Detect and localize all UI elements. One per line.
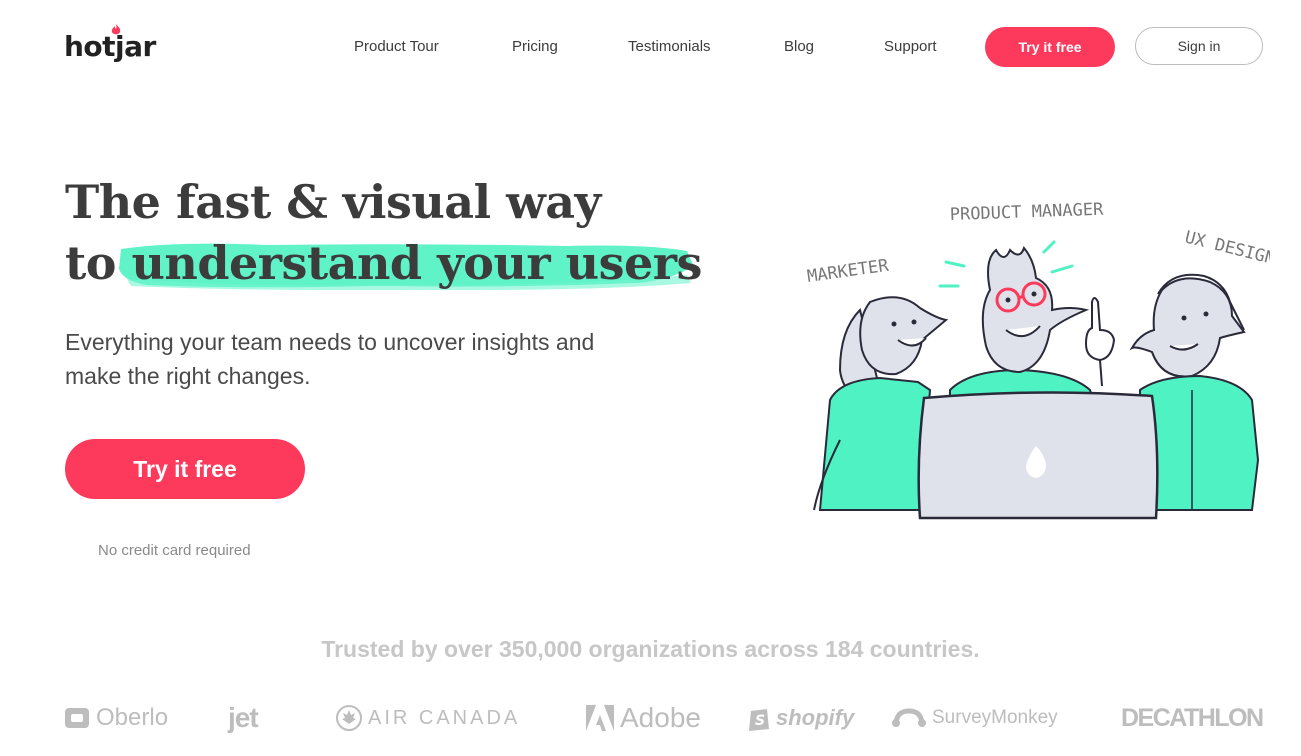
headline-to: to (65, 236, 116, 290)
oberlo-icon (65, 708, 89, 728)
headline-line-2: to understand your users (65, 233, 702, 294)
trusted-by-text: Trusted by over 350,000 organizations ac… (321, 636, 980, 662)
hotjar-logo[interactable]: hotjar (64, 24, 156, 63)
headline-highlight: understand your users (119, 233, 702, 294)
nav-product-tour[interactable]: Product Tour (354, 38, 439, 55)
adobe-icon (586, 705, 614, 731)
svg-text:S: S (755, 713, 765, 729)
try-free-button[interactable]: Try it free (985, 27, 1115, 67)
sign-in-button[interactable]: Sign in (1135, 27, 1263, 65)
hero-subheading: Everything your team needs to uncover in… (65, 329, 595, 389)
brand-decathlon-text: DECATHLON (1121, 703, 1264, 732)
team-illustration: MARKETER PRODUCT MANAGER UX DESIGNER (806, 200, 1270, 520)
brand-air-canada: AIR CANADA (336, 698, 520, 738)
brand-air-canada-text: AIR CANADA (368, 706, 521, 729)
surveymonkey-icon (892, 708, 926, 727)
nav-testimonials[interactable]: Testimonials (628, 38, 711, 55)
nav-pricing[interactable]: Pricing (512, 38, 558, 55)
site-header: hotjar Product Tour Pricing Testimonials… (0, 0, 1301, 95)
brand-surveymonkey: SurveyMonkey (892, 698, 1058, 738)
brand-surveymonkey-text: SurveyMonkey (932, 707, 1058, 728)
brand-oberlo-text: Oberlo (96, 704, 169, 731)
nav-blog[interactable]: Blog (784, 38, 814, 55)
hero-headline: The fast & visual way to understand your… (65, 172, 702, 294)
brand-shopify-text: shopify (776, 705, 855, 730)
customer-logos: Oberlo jet AIR CANADA Adobe S shopify Su… (0, 698, 1301, 738)
hero-try-free-button[interactable]: Try it free (65, 439, 305, 499)
flame-icon (111, 24, 121, 35)
label-marketer: MARKETER (806, 256, 891, 287)
logo-text: hotjar (64, 30, 156, 63)
label-product-manager: PRODUCT MANAGER (949, 200, 1104, 225)
nav-support[interactable]: Support (884, 38, 937, 55)
headline-highlight-text: understand your users (131, 236, 702, 290)
brand-jet: jet (228, 698, 259, 738)
brand-adobe-text: Adobe (620, 702, 701, 733)
brand-decathlon: DECATHLON (1121, 698, 1264, 738)
maple-leaf-icon (336, 705, 362, 731)
label-ux-designer: UX DESIGNER (1183, 227, 1270, 274)
brand-oberlo: Oberlo (64, 698, 168, 738)
brand-adobe: Adobe (586, 698, 701, 738)
headline-line-1: The fast & visual way (65, 175, 601, 229)
brand-jet-text: jet (228, 702, 259, 733)
laptop (917, 391, 1159, 520)
brand-shopify: S shopify (748, 698, 854, 738)
no-credit-card-note: No credit card required (98, 542, 251, 559)
shopify-bag-icon: S (749, 709, 769, 731)
